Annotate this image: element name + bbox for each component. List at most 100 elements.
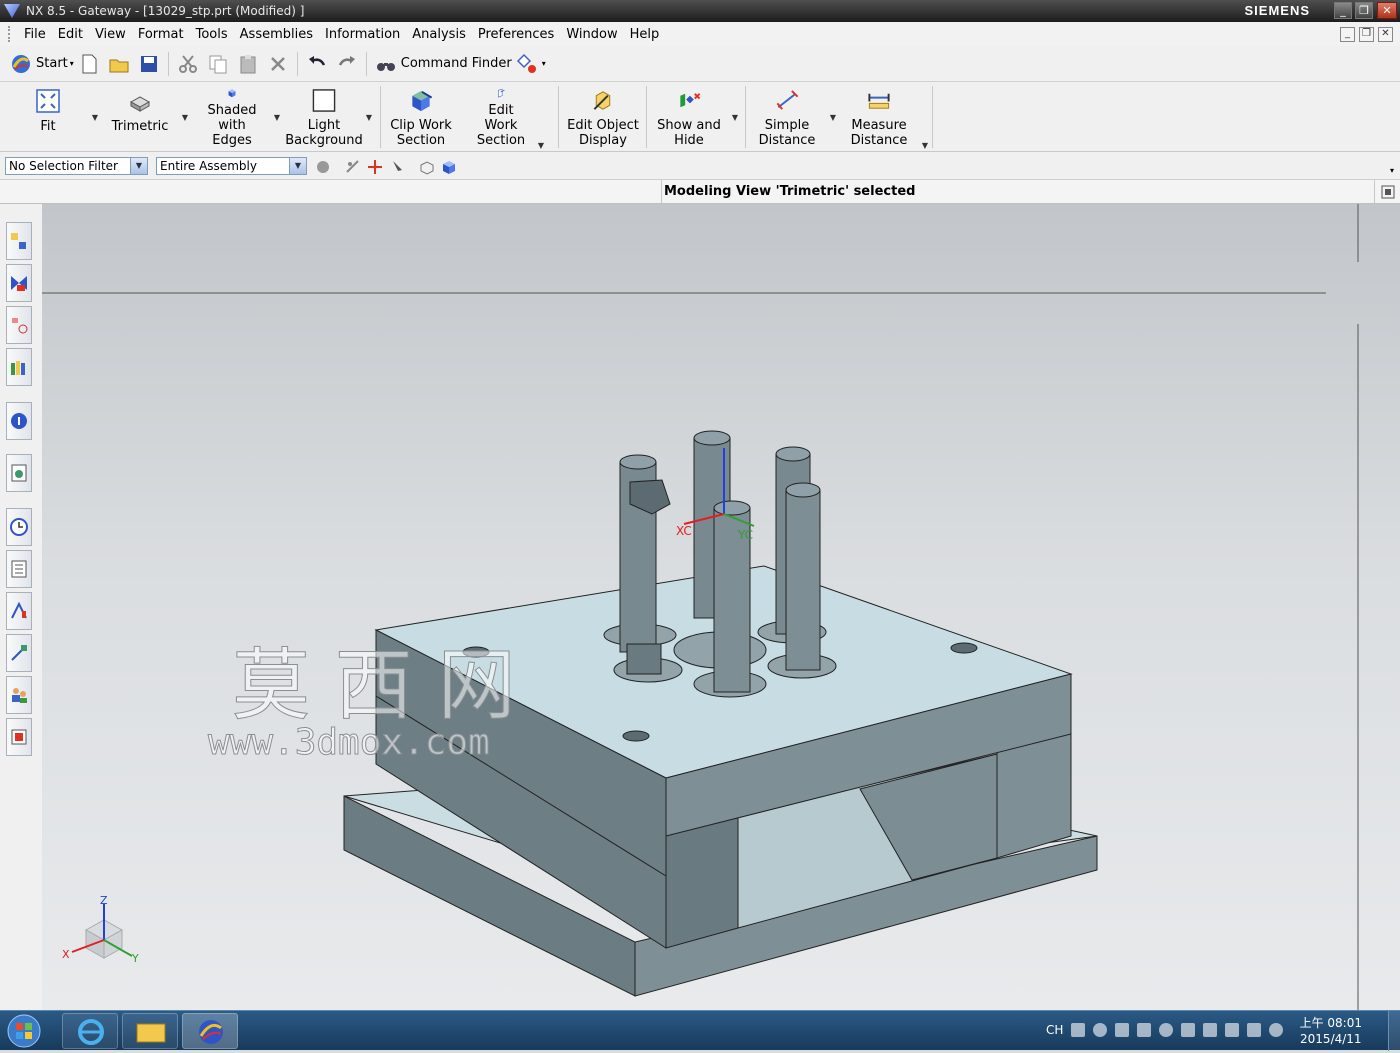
- trimetric-button[interactable]: Trimetric ▼: [112, 84, 188, 148]
- taskbar-clock[interactable]: 上午 08:01 2015/4/11: [1300, 1015, 1362, 1047]
- show-desktop-button[interactable]: [1388, 1011, 1400, 1051]
- edit-work-section-button[interactable]: Edit Work Section ▼: [470, 84, 544, 150]
- command-finder-button[interactable]: Command Finder: [371, 53, 512, 75]
- shaded-label-line2: Edges: [212, 133, 252, 148]
- open-folder-icon[interactable]: [108, 53, 130, 75]
- doc-close-button[interactable]: ✕: [1378, 27, 1393, 42]
- shaded-dropdown-icon[interactable]: ▼: [274, 110, 280, 125]
- simple-distance-button[interactable]: Simple Distance ▼: [756, 84, 836, 148]
- minimize-button[interactable]: _: [1334, 2, 1352, 19]
- network-icon[interactable]: [1137, 1023, 1152, 1037]
- trimetric-dropdown-icon[interactable]: ▼: [182, 110, 188, 125]
- copy-icon[interactable]: [207, 53, 229, 75]
- nx-logo-icon: [4, 4, 20, 18]
- delete-icon[interactable]: [267, 53, 289, 75]
- selection-scope-combo[interactable]: Entire Assembly ▼: [156, 157, 307, 175]
- full-screen-icon[interactable]: [1380, 184, 1396, 200]
- standard-toolbar: Start ▾ Command Finder ▾: [0, 46, 1400, 82]
- menu-assemblies[interactable]: Assemblies: [234, 27, 319, 42]
- snap-point-icon[interactable]: [344, 158, 362, 176]
- core-pin[interactable]: [785, 482, 821, 671]
- save-icon[interactable]: [138, 53, 160, 75]
- menu-help[interactable]: Help: [624, 27, 666, 42]
- light-background-button[interactable]: Light Background ▼: [285, 84, 372, 148]
- selbar-overflow-icon[interactable]: ▾: [1390, 166, 1394, 175]
- doc-minimize-button[interactable]: _: [1340, 27, 1355, 42]
- light-label-line2: Background: [285, 133, 363, 148]
- ime-icon[interactable]: [1115, 1023, 1130, 1037]
- chevron-down-icon[interactable]: ▼: [130, 158, 147, 174]
- new-file-icon[interactable]: [78, 53, 100, 75]
- graphics-window[interactable]: XC YC 莫 西 网 www.3dmox.com Z X Y: [42, 204, 1400, 1010]
- solid-cube-icon[interactable]: [440, 158, 458, 176]
- general-selection-intent-icon[interactable]: [314, 158, 332, 176]
- windows-start-icon[interactable]: [6, 1013, 42, 1049]
- keyboard-icon[interactable]: [1071, 1023, 1086, 1037]
- reuse-library-tab[interactable]: [6, 348, 32, 386]
- system-scenes-icon: [11, 729, 27, 745]
- roles-tab[interactable]: [6, 676, 32, 714]
- help-icon[interactable]: [1093, 1023, 1108, 1037]
- selection-filter-combo[interactable]: No Selection Filter ▼: [5, 157, 148, 175]
- maximize-button[interactable]: ❐: [1355, 2, 1373, 19]
- fit-button[interactable]: Fit ▼: [28, 84, 98, 148]
- menu-analysis[interactable]: Analysis: [406, 27, 472, 42]
- simple-dropdown-icon[interactable]: ▼: [830, 110, 836, 125]
- taskbar-explorer[interactable]: [122, 1013, 178, 1049]
- start-button[interactable]: Start ▾: [6, 53, 74, 75]
- part-navigator-tab[interactable]: [6, 306, 32, 344]
- menu-tools[interactable]: Tools: [190, 27, 234, 42]
- measure-dropdown-icon[interactable]: ▼: [922, 138, 928, 153]
- system-materials-tab[interactable]: [6, 550, 32, 588]
- menu-edit[interactable]: Edit: [52, 27, 89, 42]
- cut-icon[interactable]: [177, 53, 199, 75]
- point-constructor-icon[interactable]: [366, 158, 384, 176]
- reuse-library-icon: [11, 361, 25, 375]
- fit-dropdown-icon[interactable]: ▼: [92, 110, 98, 125]
- printer-icon[interactable]: [1181, 1023, 1196, 1037]
- close-button[interactable]: ✕: [1377, 2, 1397, 19]
- model-canvas[interactable]: XC YC 莫 西 网 www.3dmox.com Z X Y: [42, 204, 1400, 1010]
- shaded-label-line1: Shaded with: [207, 103, 257, 133]
- wireframe-cube-icon[interactable]: [418, 158, 436, 176]
- display-icon[interactable]: [1225, 1023, 1240, 1037]
- paste-icon[interactable]: [237, 53, 259, 75]
- web-browser-tab[interactable]: [6, 454, 32, 492]
- chevron-down-icon[interactable]: ▼: [289, 158, 306, 174]
- process-studio-tab[interactable]: [6, 592, 32, 630]
- assembly-navigator-tab[interactable]: [6, 222, 32, 260]
- taskbar-ie[interactable]: [62, 1013, 118, 1049]
- quick-pick-icon[interactable]: [390, 158, 408, 176]
- wifi-icon[interactable]: [1269, 1023, 1284, 1037]
- showhide-dropdown-icon[interactable]: ▼: [732, 110, 738, 125]
- hd3d-tools-tab[interactable]: [6, 402, 32, 440]
- constraint-navigator-tab[interactable]: [6, 264, 32, 302]
- redo-icon[interactable]: [336, 53, 358, 75]
- menu-window[interactable]: Window: [560, 27, 623, 42]
- app-tray-icon[interactable]: [1159, 1023, 1174, 1037]
- tray-language[interactable]: CH: [1046, 1023, 1063, 1037]
- light-dropdown-icon[interactable]: ▼: [366, 110, 372, 125]
- section-dropdown-icon[interactable]: ▼: [538, 138, 544, 153]
- show-and-hide-button[interactable]: Show and Hide ▼: [656, 84, 738, 148]
- taskbar-nx[interactable]: [182, 1013, 238, 1049]
- clip-work-section-button[interactable]: Clip Work Section: [390, 84, 452, 148]
- doc-restore-button[interactable]: ❐: [1359, 27, 1374, 42]
- measure-distance-button[interactable]: Measure Distance ▼: [848, 84, 928, 150]
- undo-icon[interactable]: [306, 53, 328, 75]
- history-tab[interactable]: [6, 508, 32, 546]
- menu-preferences[interactable]: Preferences: [472, 27, 560, 42]
- edit-object-display-button[interactable]: Edit Object Display: [566, 84, 640, 148]
- volume-icon[interactable]: [1247, 1023, 1262, 1037]
- toolbar-overflow-icon[interactable]: ▾: [542, 59, 546, 68]
- clip-label-line2: Section: [396, 133, 446, 148]
- system-scenes-tab[interactable]: [6, 718, 32, 756]
- menu-information[interactable]: Information: [319, 27, 406, 42]
- manufacturing-wizards-tab[interactable]: [6, 634, 32, 672]
- role-icon[interactable]: [516, 53, 538, 75]
- action-center-icon[interactable]: [1203, 1023, 1218, 1037]
- menu-format[interactable]: Format: [132, 27, 190, 42]
- menu-view[interactable]: View: [89, 27, 132, 42]
- shaded-with-edges-button[interactable]: Shaded with Edges ▼: [194, 84, 280, 148]
- menu-file[interactable]: File: [18, 27, 52, 42]
